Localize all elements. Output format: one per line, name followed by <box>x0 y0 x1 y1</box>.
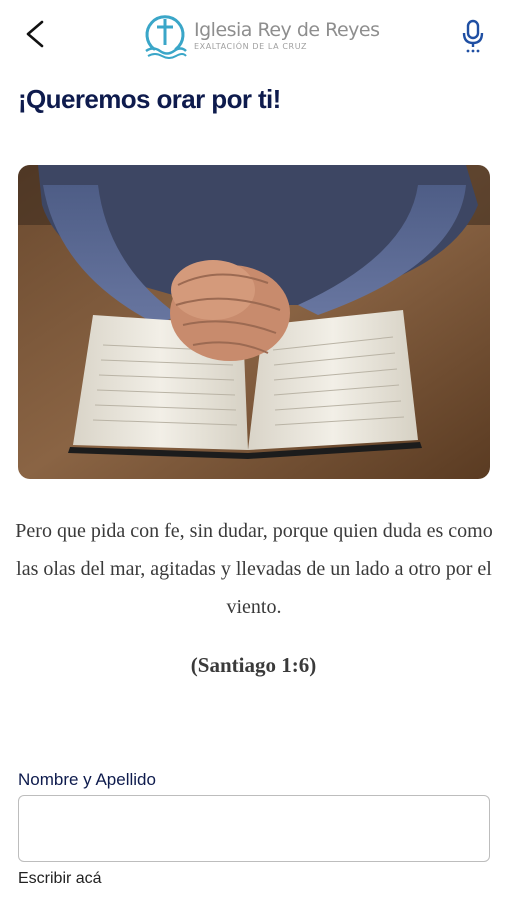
verse-reference: (Santiago 1:6) <box>190 653 317 677</box>
back-icon[interactable] <box>18 16 52 52</box>
name-input[interactable] <box>18 795 490 862</box>
church-subtitle: EXALTACIÓN DE LA CRUZ <box>194 42 308 51</box>
microphone-icon[interactable] <box>458 18 488 54</box>
name-field-hint: Escribir acá <box>18 870 102 887</box>
name-field-label: Nombre y Apellido <box>18 770 156 789</box>
praying-hands-image <box>18 165 490 479</box>
church-name: Iglesia Rey de Reyes <box>194 19 380 41</box>
app-header: Iglesia Rey de Reyes EXALTACIÓN DE LA CR… <box>0 0 507 72</box>
church-logo-icon <box>145 15 187 59</box>
bible-verse: Pero que pida con fe, sin dudar, porque … <box>15 520 493 618</box>
page-title: ¡Queremos orar por ti! <box>18 84 281 114</box>
church-logo: Iglesia Rey de Reyes EXALTACIÓN DE LA CR… <box>142 10 380 60</box>
